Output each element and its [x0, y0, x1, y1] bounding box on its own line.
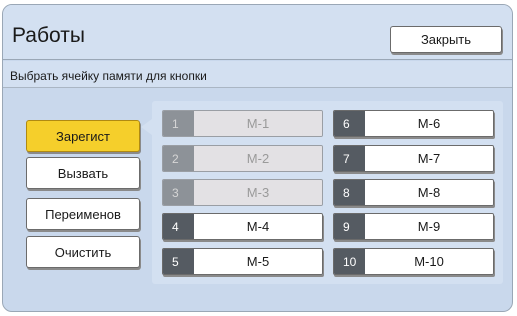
- slot-label: M-6: [365, 111, 493, 136]
- slot-number: 8: [334, 180, 365, 205]
- slot-label: M-4: [194, 214, 322, 239]
- memory-slot-6[interactable]: 6 M-6: [333, 110, 494, 137]
- clear-button[interactable]: Очистить: [26, 236, 140, 268]
- slot-number: 7: [334, 146, 365, 171]
- slot-number: 5: [163, 249, 194, 274]
- selection-pointer: [141, 119, 152, 135]
- slot-number: 2: [163, 146, 194, 171]
- slot-number: 6: [334, 111, 365, 136]
- memory-slot-7[interactable]: 7 M-7: [333, 145, 494, 172]
- memory-slot-1[interactable]: 1 M-1: [162, 110, 323, 137]
- memory-slot-10[interactable]: 10 M-10: [333, 248, 494, 275]
- page-title: Работы: [12, 24, 85, 47]
- register-button[interactable]: Зарегист: [26, 120, 140, 152]
- instruction-text: Выбрать ячейку памяти для кнопки: [10, 69, 207, 83]
- memory-slot-4[interactable]: 4 M-4: [162, 213, 323, 240]
- slot-number: 3: [163, 180, 194, 205]
- memory-slot-5[interactable]: 5 M-5: [162, 248, 323, 275]
- rename-button[interactable]: Переименов: [26, 198, 140, 230]
- memory-slot-3[interactable]: 3 M-3: [162, 179, 323, 206]
- slot-number: 10: [334, 249, 365, 274]
- slot-number: 1: [163, 111, 194, 136]
- slot-label: M-2: [194, 146, 322, 171]
- slot-number: 9: [334, 214, 365, 239]
- slot-label: M-10: [365, 249, 493, 274]
- slot-label: M-1: [194, 111, 322, 136]
- close-button[interactable]: Закрыть: [390, 26, 502, 53]
- slot-label: M-5: [194, 249, 322, 274]
- memory-slot-8[interactable]: 8 M-8: [333, 179, 494, 206]
- slot-label: M-3: [194, 180, 322, 205]
- slot-label: M-8: [365, 180, 493, 205]
- recall-button[interactable]: Вызвать: [26, 157, 140, 189]
- slot-label: M-9: [365, 214, 493, 239]
- memory-slot-2[interactable]: 2 M-2: [162, 145, 323, 172]
- slot-number: 4: [163, 214, 194, 239]
- jobs-panel: Работы Закрыть Выбрать ячейку памяти для…: [2, 4, 513, 312]
- memory-slot-9[interactable]: 9 M-9: [333, 213, 494, 240]
- slot-label: M-7: [365, 146, 493, 171]
